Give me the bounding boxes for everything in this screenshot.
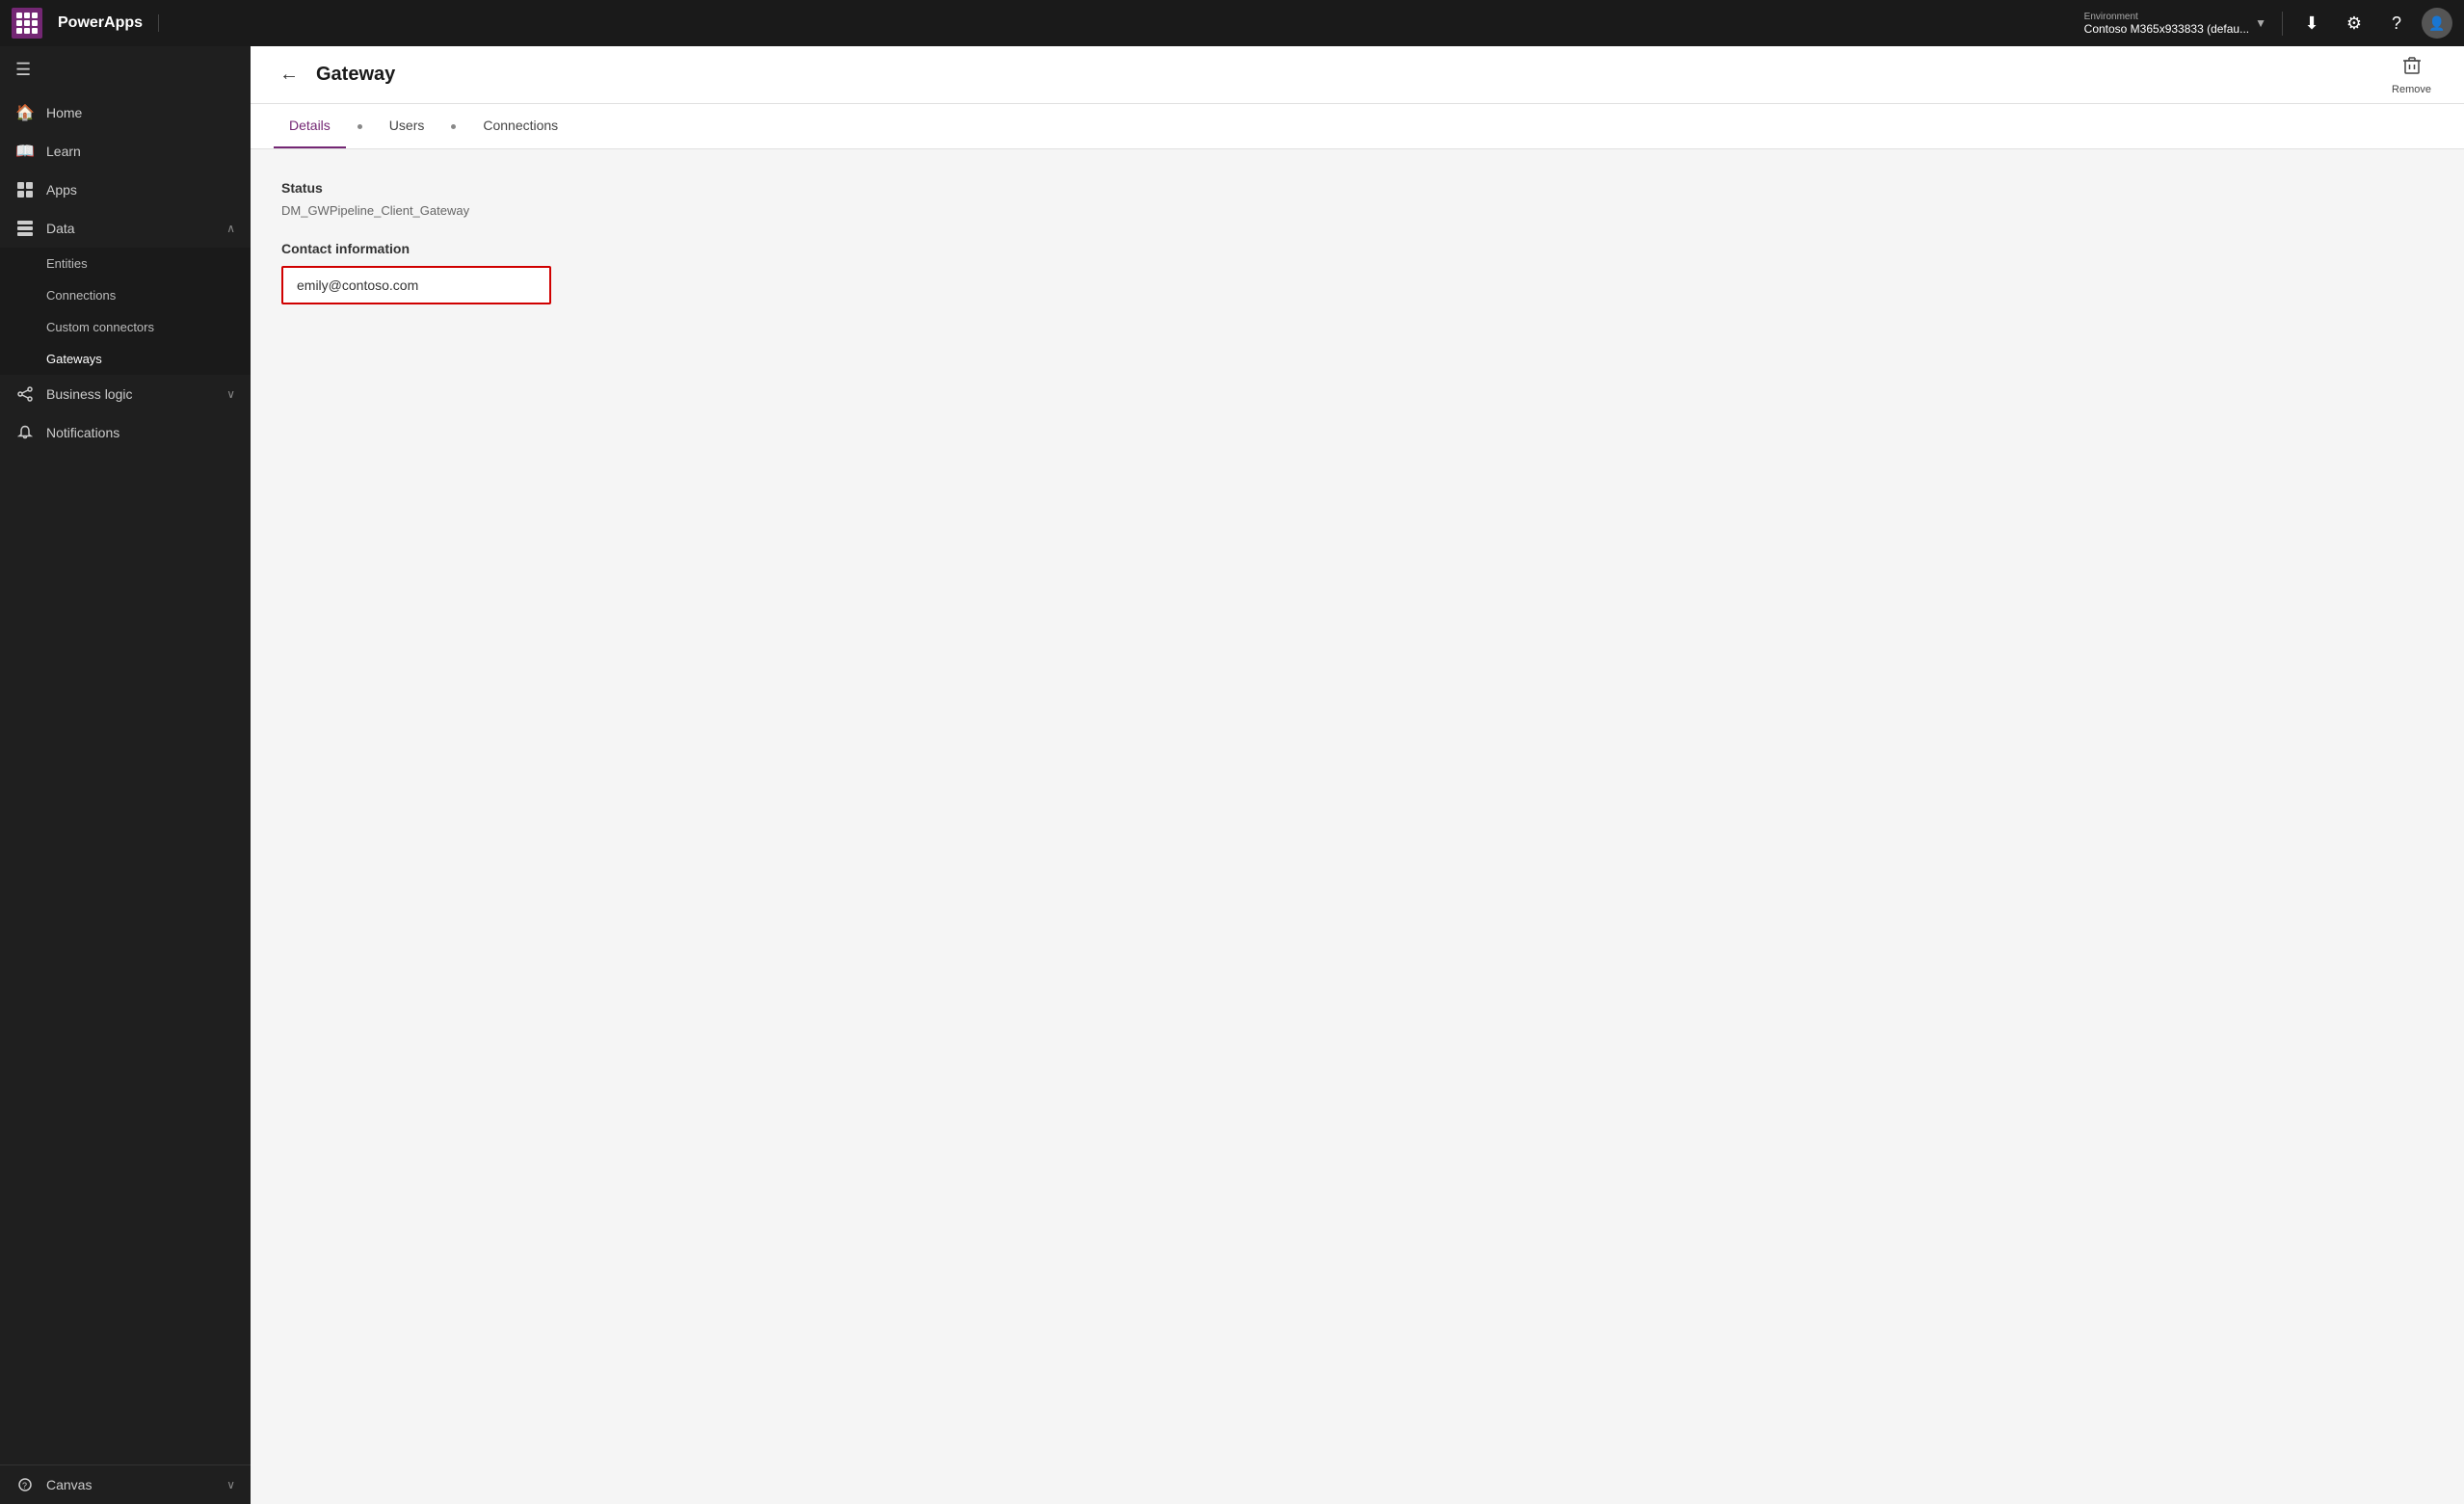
sidebar-item-learn[interactable]: 📖 Learn bbox=[0, 132, 251, 171]
sidebar-label-learn: Learn bbox=[46, 144, 235, 159]
business-logic-icon bbox=[15, 384, 35, 404]
download-button[interactable]: ⬇ bbox=[2294, 6, 2329, 40]
trash-icon bbox=[2401, 55, 2423, 82]
sidebar-item-home[interactable]: 🏠 Home bbox=[0, 93, 251, 132]
topbar: PowerApps Environment Contoso M365x93383… bbox=[0, 0, 2464, 46]
details-content: Status DM_GWPipeline_Client_Gateway Cont… bbox=[251, 149, 2464, 1504]
sidebar-label-canvas: Canvas bbox=[46, 1477, 215, 1492]
waffle-button[interactable] bbox=[12, 8, 42, 39]
settings-button[interactable]: ⚙ bbox=[2337, 6, 2371, 40]
sidebar-item-notifications[interactable]: Notifications bbox=[0, 413, 251, 452]
tab-dot-1 bbox=[358, 124, 362, 129]
sidebar-item-entities[interactable]: Entities bbox=[0, 248, 251, 279]
sidebar-item-apps[interactable]: Apps bbox=[0, 171, 251, 209]
data-chevron-icon: ∧ bbox=[226, 222, 235, 235]
svg-text:?: ? bbox=[22, 1481, 27, 1491]
contact-info-label: Contact information bbox=[281, 241, 2433, 256]
sidebar-label-data: Data bbox=[46, 221, 215, 236]
home-icon: 🏠 bbox=[15, 103, 35, 122]
page-title: Gateway bbox=[316, 64, 2371, 86]
sidebar-footer: ? Canvas ∨ bbox=[0, 1464, 251, 1504]
tab-dot-2 bbox=[451, 124, 456, 129]
tabs-bar: Details Users Connections bbox=[251, 104, 2464, 149]
sidebar-item-gateways[interactable]: Gateways bbox=[0, 343, 251, 375]
data-submenu: Entities Connections Custom connectors G… bbox=[0, 248, 251, 375]
back-button[interactable]: ← bbox=[274, 60, 305, 91]
remove-button[interactable]: Remove bbox=[2382, 49, 2441, 101]
sidebar-item-custom-connectors[interactable]: Custom connectors bbox=[0, 311, 251, 343]
sidebar-label-notifications: Notifications bbox=[46, 425, 235, 440]
data-icon bbox=[15, 219, 35, 238]
canvas-icon: ? bbox=[15, 1475, 35, 1494]
app-logo: PowerApps bbox=[50, 14, 159, 32]
environment-selector[interactable]: Environment Contoso M365x933833 (defau..… bbox=[2084, 12, 2283, 36]
sidebar-item-connections[interactable]: Connections bbox=[0, 279, 251, 311]
status-value: DM_GWPipeline_Client_Gateway bbox=[281, 203, 2433, 218]
sidebar: ☰ 🏠 Home 📖 Learn Apps bbox=[0, 46, 251, 1504]
sidebar-item-data[interactable]: Data ∧ bbox=[0, 209, 251, 248]
sidebar-label-apps: Apps bbox=[46, 182, 235, 198]
remove-label: Remove bbox=[2392, 84, 2431, 95]
apps-icon bbox=[15, 180, 35, 199]
sidebar-item-canvas[interactable]: ? Canvas ∨ bbox=[0, 1465, 251, 1504]
hamburger-menu-button[interactable]: ☰ bbox=[0, 46, 251, 93]
tab-users[interactable]: Users bbox=[374, 104, 440, 148]
canvas-chevron-icon: ∨ bbox=[226, 1478, 235, 1491]
main-layout: ☰ 🏠 Home 📖 Learn Apps bbox=[0, 46, 2464, 1504]
learn-icon: 📖 bbox=[15, 142, 35, 161]
tab-connections[interactable]: Connections bbox=[467, 104, 573, 148]
tab-details[interactable]: Details bbox=[274, 104, 346, 148]
business-logic-chevron-icon: ∨ bbox=[226, 387, 235, 401]
help-button[interactable]: ? bbox=[2379, 6, 2414, 40]
sidebar-label-business-logic: Business logic bbox=[46, 386, 215, 402]
user-avatar[interactable]: 👤 bbox=[2422, 8, 2452, 39]
sidebar-label-home: Home bbox=[46, 105, 235, 120]
sidebar-item-business-logic[interactable]: Business logic ∨ bbox=[0, 375, 251, 413]
page-header: ← Gateway Remove bbox=[251, 46, 2464, 104]
contact-email-input[interactable] bbox=[281, 266, 551, 304]
chevron-down-icon: ▼ bbox=[2255, 16, 2266, 30]
main-content: ← Gateway Remove De bbox=[251, 46, 2464, 1504]
status-label: Status bbox=[281, 180, 2433, 196]
notifications-icon bbox=[15, 423, 35, 442]
